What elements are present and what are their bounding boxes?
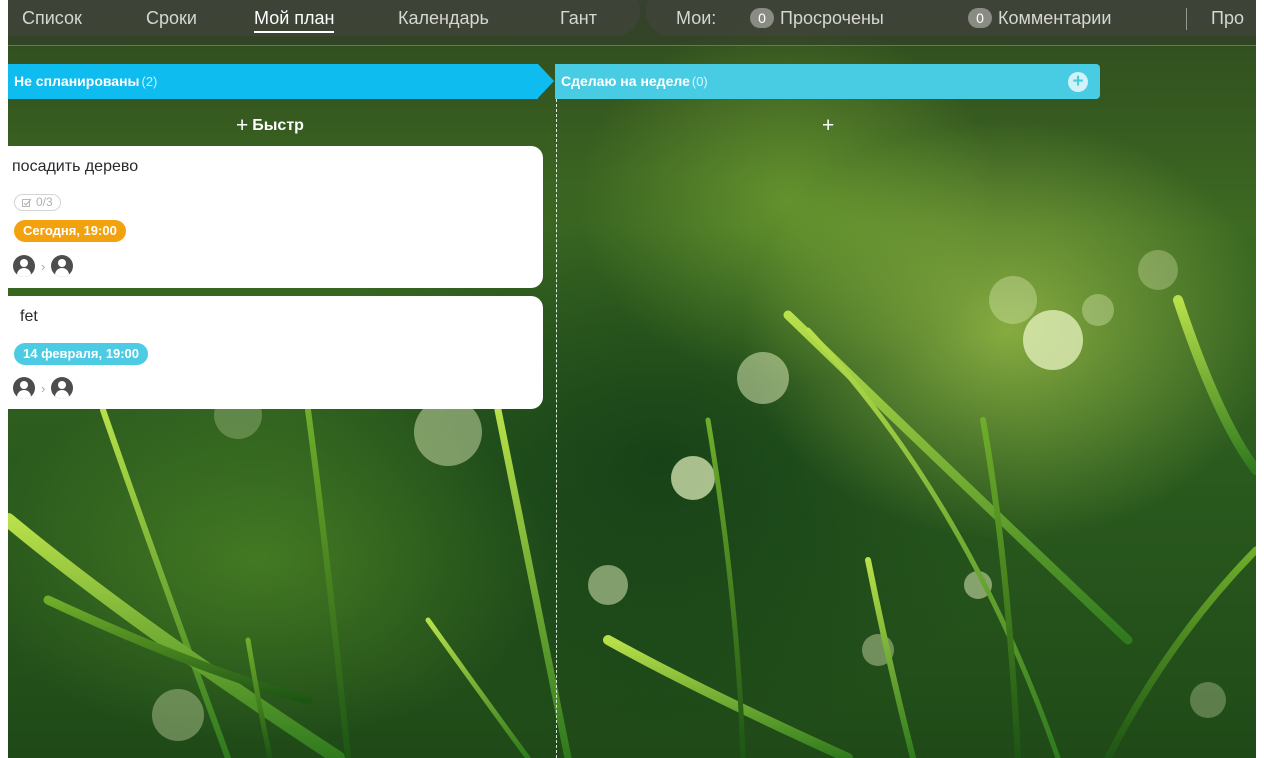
plus-icon: +: [236, 114, 249, 137]
overdue-filter-label: Просрочены: [780, 8, 884, 28]
my-filters-label: Мои:: [676, 8, 717, 28]
task-card[interactable]: fet 14 февраля, 19:00 ›: [8, 296, 543, 409]
column-count: (0): [691, 74, 708, 89]
chevron-right-icon: ›: [41, 258, 46, 274]
chevron-right-icon: ›: [41, 380, 46, 396]
assignees: ›: [13, 377, 74, 399]
comments-count-badge: 0: [968, 8, 992, 28]
filters-group: [646, 0, 1256, 36]
quick-add-button[interactable]: + Быстр: [236, 114, 304, 138]
tab-gantt[interactable]: Гант: [560, 8, 597, 29]
task-title: fet: [20, 308, 38, 325]
user-avatar-icon[interactable]: [13, 377, 35, 399]
due-date-badge[interactable]: Сегодня, 19:00: [14, 220, 126, 242]
overdue-count-badge: 0: [750, 8, 774, 28]
due-date-badge[interactable]: 14 февраля, 19:00: [14, 343, 148, 365]
board-background: Список Сроки Мой план Календарь Гант Мои…: [8, 0, 1256, 758]
user-avatar-icon[interactable]: [51, 255, 74, 277]
user-avatar-icon[interactable]: [51, 377, 74, 399]
column-title: Не спланированы: [14, 73, 140, 89]
comments-filter-label: Комментарии: [998, 8, 1112, 28]
column-header-unplanned[interactable]: Не спланированы (2): [8, 64, 538, 99]
checklist-icon: [22, 198, 32, 207]
tab-my-plan[interactable]: Мой план: [254, 8, 335, 33]
column-header-this-week[interactable]: Сделаю на неделе (0) +: [555, 64, 1100, 99]
assignees: ›: [13, 255, 74, 277]
add-task-button[interactable]: +: [822, 114, 838, 138]
comments-filter[interactable]: 0 Комментарии: [968, 8, 1111, 29]
tab-deadlines[interactable]: Сроки: [146, 8, 197, 29]
quick-add-label: Быстр: [252, 117, 304, 134]
task-title: посадить дерево: [12, 158, 139, 175]
column-count: (2): [141, 74, 158, 89]
user-avatar-icon[interactable]: [13, 255, 35, 277]
checklist-badge[interactable]: 0/3: [14, 194, 61, 211]
plus-icon: +: [822, 114, 835, 137]
column-divider: [556, 99, 557, 758]
top-navigation: Список Сроки Мой план Календарь Гант Мои…: [8, 0, 1256, 46]
truncated-filter[interactable]: Про: [1211, 8, 1244, 29]
tab-calendar[interactable]: Календарь: [398, 8, 489, 29]
plus-circle-icon[interactable]: +: [1068, 72, 1088, 92]
task-card[interactable]: посадить дерево 0/3 Сегодня, 19:00 ›: [8, 146, 543, 288]
column-title: Сделаю на неделе: [561, 73, 690, 89]
nav-divider: [1186, 8, 1187, 30]
tab-list[interactable]: Список: [22, 8, 82, 29]
checklist-progress: 0/3: [36, 195, 53, 209]
overdue-filter[interactable]: 0 Просрочены: [750, 8, 884, 29]
column-header-arrow: [538, 64, 554, 98]
